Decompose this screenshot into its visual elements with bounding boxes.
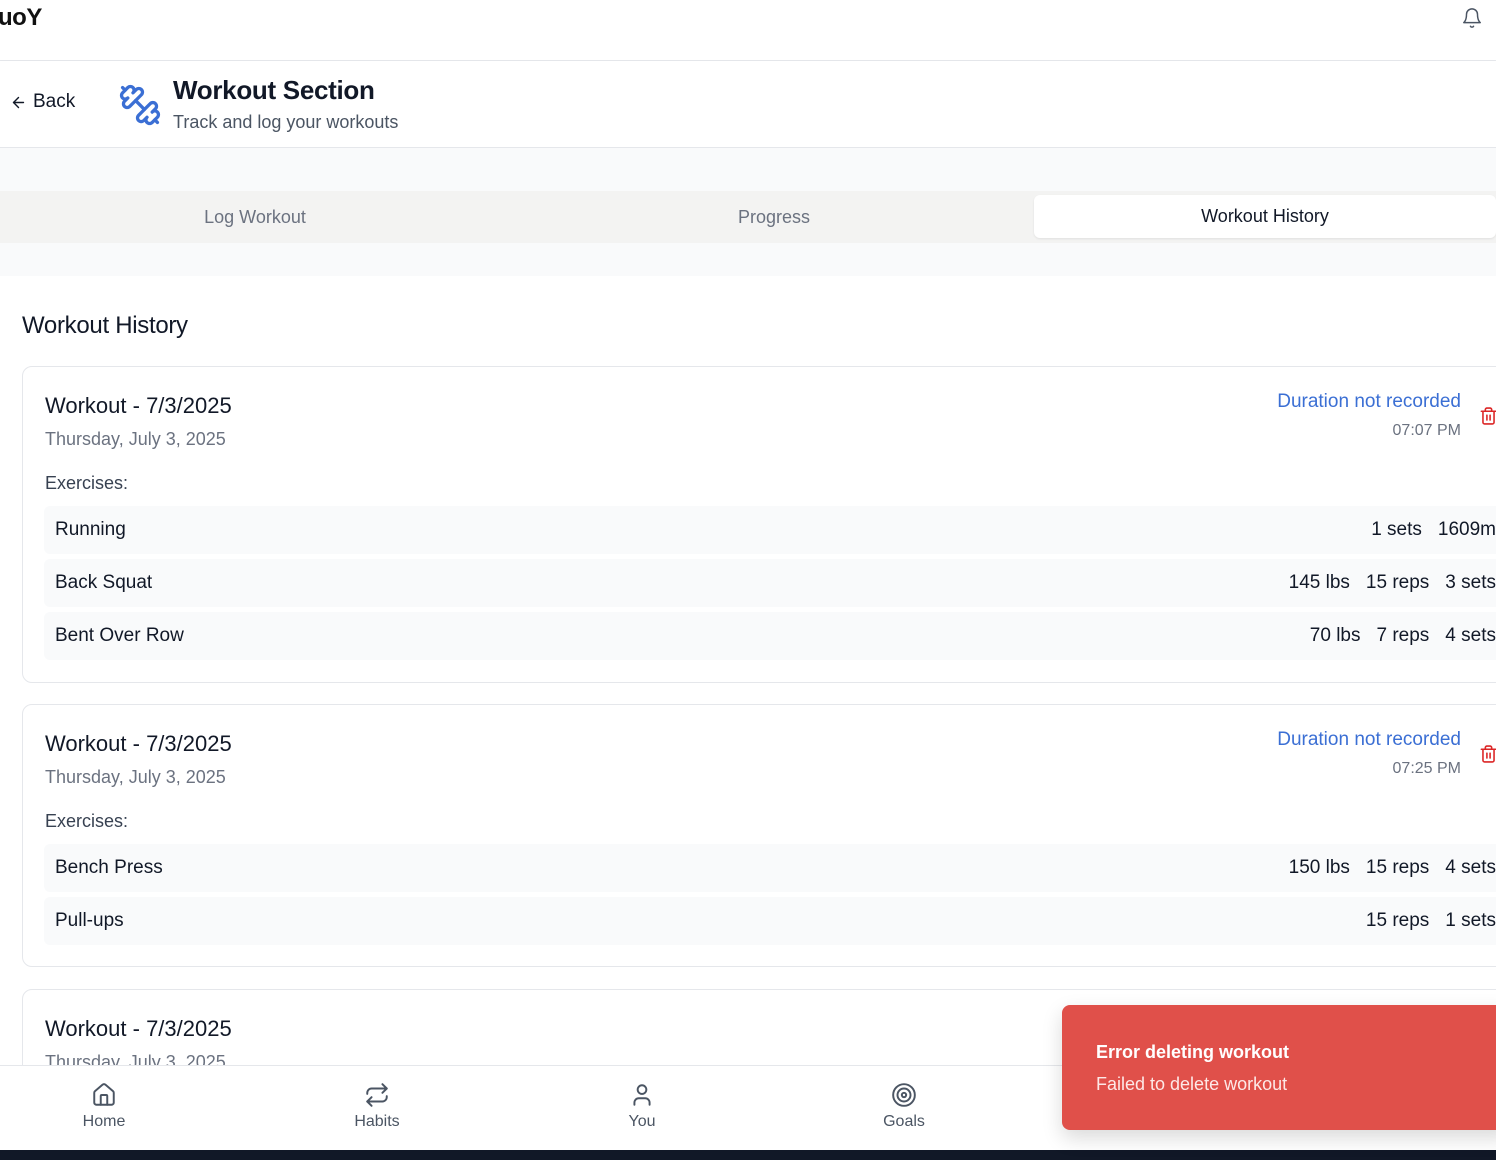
- bottom-edge: [0, 1150, 1496, 1160]
- workout-date: Thursday, July 3, 2025: [45, 767, 226, 787]
- workout-card: Workout - 7/3/2025 Thursday, July 3, 202…: [22, 704, 1496, 967]
- target-icon: [892, 1083, 916, 1107]
- tab-progress[interactable]: Progress: [520, 191, 1028, 243]
- tab-workout-history[interactable]: Workout History: [1034, 195, 1496, 238]
- back-label: Back: [33, 91, 76, 112]
- error-toast[interactable]: Error deleting workout Failed to delete …: [1062, 1005, 1496, 1130]
- exercise-name: Bent Over Row: [55, 625, 184, 646]
- workout-duration[interactable]: Duration not recorded: [1277, 729, 1461, 751]
- toast-message: Failed to delete workout: [1096, 1074, 1288, 1094]
- toast-title: Error deleting workout: [1096, 1042, 1290, 1062]
- trash-icon[interactable]: [1479, 743, 1496, 765]
- exercises-label: Exercises:: [45, 811, 129, 831]
- home-icon: [93, 1083, 115, 1106]
- app-logo[interactable]: uoY: [0, 4, 42, 32]
- workout-card: Workout - 7/3/2025 Thursday, July 3, 202…: [22, 366, 1496, 683]
- trash-icon[interactable]: [1479, 405, 1496, 427]
- exercise-name: Back Squat: [55, 572, 153, 593]
- exercise-stats: 150 lbs 15 reps 4 sets: [1289, 857, 1496, 879]
- top-bar: uoY: [0, 0, 1496, 61]
- page-title: Workout Section: [173, 75, 375, 105]
- exercise-stat: 7 reps: [1376, 625, 1430, 646]
- exercise-row: Bench Press 150 lbs 15 reps 4 sets: [44, 844, 1496, 892]
- exercises-label: Exercises:: [45, 473, 129, 493]
- exercise-stats: 70 lbs 7 reps 4 sets: [1310, 625, 1496, 647]
- exercise-stat: 4 sets: [1445, 625, 1496, 646]
- exercise-stat: 3 sets: [1445, 572, 1496, 593]
- workout-time: 07:07 PM: [1392, 422, 1461, 439]
- workout-duration[interactable]: Duration not recorded: [1277, 391, 1461, 413]
- exercise-stat: 15 reps: [1365, 857, 1430, 878]
- exercise-stat: 150 lbs: [1288, 857, 1350, 878]
- workout-time: 07:25 PM: [1392, 760, 1461, 777]
- nav-label: Habits: [354, 1113, 400, 1130]
- user-icon: [633, 1084, 651, 1106]
- workout-title: Workout - 7/3/2025: [45, 1016, 232, 1041]
- exercise-name: Pull-ups: [55, 910, 124, 931]
- exercise-stat: 4 sets: [1445, 857, 1496, 878]
- workout-title: Workout - 7/3/2025: [45, 731, 232, 756]
- nav-label: Goals: [883, 1113, 925, 1130]
- exercise-stat: 70 lbs: [1309, 625, 1361, 646]
- exercise-stat: 1609m: [1437, 519, 1496, 540]
- exercise-stat: 1 sets: [1371, 519, 1422, 540]
- workout-date: Thursday, July 3, 2025: [45, 429, 226, 449]
- dumbbell-icon: [119, 84, 161, 126]
- nav-habits[interactable]: Habits: [317, 1082, 437, 1131]
- nav-you[interactable]: You: [582, 1082, 702, 1131]
- tab-strip: Log Workout Progress Workout History: [0, 148, 1496, 276]
- exercise-name: Bench Press: [55, 857, 163, 878]
- page-subtitle: Track and log your workouts: [173, 112, 399, 132]
- exercise-stat: 15 reps: [1365, 910, 1430, 931]
- exercise-row: Back Squat 145 lbs 15 reps 3 sets: [44, 559, 1496, 607]
- exercise-row: Pull-ups 15 reps 1 sets: [44, 897, 1496, 945]
- tab-log-workout[interactable]: Log Workout: [0, 191, 510, 243]
- arrow-left-icon: [12, 96, 25, 108]
- tab-list: Log Workout Progress Workout History: [0, 191, 1496, 243]
- nav-label: Home: [82, 1113, 126, 1130]
- nav-label: You: [628, 1113, 656, 1130]
- bell-icon[interactable]: [1461, 7, 1483, 29]
- exercise-row: Bent Over Row 70 lbs 7 reps 4 sets: [44, 612, 1496, 660]
- exercise-stats: 145 lbs 15 reps 3 sets: [1289, 572, 1496, 594]
- exercise-stats: 15 reps 1 sets: [1366, 910, 1496, 932]
- repeat-icon: [366, 1083, 388, 1107]
- nav-home[interactable]: Home: [44, 1082, 164, 1131]
- exercise-name: Running: [55, 519, 126, 540]
- exercise-stat: 1 sets: [1445, 910, 1496, 931]
- back-button[interactable]: Back: [10, 91, 75, 113]
- exercise-stats: 1 sets 1609m: [1371, 519, 1496, 541]
- workout-title: Workout - 7/3/2025: [45, 393, 232, 418]
- exercise-row: Running 1 sets 1609m: [44, 506, 1496, 554]
- section-title: Workout History: [22, 312, 188, 339]
- page-header: Back Workout Section Track and log your …: [0, 61, 1496, 148]
- nav-goals[interactable]: Goals: [844, 1082, 964, 1131]
- exercise-stat: 145 lbs: [1288, 572, 1350, 593]
- exercise-stat: 15 reps: [1365, 572, 1430, 593]
